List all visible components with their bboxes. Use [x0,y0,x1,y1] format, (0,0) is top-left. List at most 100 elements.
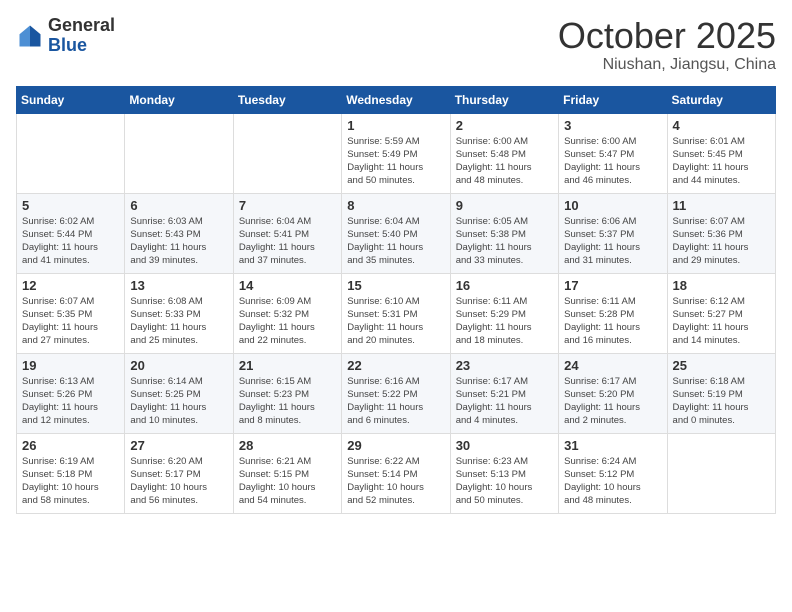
day-number: 8 [347,198,444,213]
day-number: 15 [347,278,444,293]
calendar-cell: 4 Sunrise: 6:01 AM Sunset: 5:45 PM Daylig… [667,113,775,193]
logo-general: General [48,15,115,35]
day-number: 28 [239,438,336,453]
day-number: 12 [22,278,119,293]
calendar-cell [17,113,125,193]
day-detail: Sunrise: 6:00 AM Sunset: 5:48 PM Dayligh… [456,135,553,188]
calendar-cell [233,113,341,193]
calendar-cell: 6 Sunrise: 6:03 AM Sunset: 5:43 PM Daylig… [125,193,233,273]
header-saturday: Saturday [667,86,775,113]
day-detail: Sunrise: 6:03 AM Sunset: 5:43 PM Dayligh… [130,215,227,268]
day-number: 23 [456,358,553,373]
calendar-cell: 2 Sunrise: 6:00 AM Sunset: 5:48 PM Daylig… [450,113,558,193]
calendar-cell: 14Sunrise: 6:09 AM Sunset: 5:32 PM Dayli… [233,273,341,353]
day-detail: Sunrise: 6:02 AM Sunset: 5:44 PM Dayligh… [22,215,119,268]
day-detail: Sunrise: 6:01 AM Sunset: 5:45 PM Dayligh… [673,135,770,188]
day-detail: Sunrise: 6:15 AM Sunset: 5:23 PM Dayligh… [239,375,336,428]
calendar-header-row: SundayMondayTuesdayWednesdayThursdayFrid… [17,86,776,113]
calendar-cell: 19 Sunrise: 6:13 AM Sunset: 5:26 PM Dayli… [17,353,125,433]
day-number: 31 [564,438,661,453]
calendar-cell: 9 Sunrise: 6:05 AM Sunset: 5:38 PM Daylig… [450,193,558,273]
day-number: 19 [22,358,119,373]
calendar-cell: 29Sunrise: 6:22 AM Sunset: 5:14 PM Dayli… [342,433,450,513]
day-number: 24 [564,358,661,373]
day-detail: Sunrise: 6:19 AM Sunset: 5:18 PM Dayligh… [22,455,119,508]
day-detail: Sunrise: 5:59 AM Sunset: 5:49 PM Dayligh… [347,135,444,188]
day-detail: Sunrise: 6:11 AM Sunset: 5:28 PM Dayligh… [564,295,661,348]
calendar-cell: 27 Sunrise: 6:20 AM Sunset: 5:17 PM Dayli… [125,433,233,513]
day-detail: Sunrise: 6:17 AM Sunset: 5:20 PM Dayligh… [564,375,661,428]
day-number: 27 [130,438,227,453]
location: Niushan, Jiangsu, China [558,56,776,74]
header-wednesday: Wednesday [342,86,450,113]
day-number: 9 [456,198,553,213]
day-number: 7 [239,198,336,213]
week-row-1: 5Sunrise: 6:02 AM Sunset: 5:44 PM Daylig… [17,193,776,273]
day-detail: Sunrise: 6:21 AM Sunset: 5:15 PM Dayligh… [239,455,336,508]
week-row-3: 19 Sunrise: 6:13 AM Sunset: 5:26 PM Dayli… [17,353,776,433]
calendar-cell: 5Sunrise: 6:02 AM Sunset: 5:44 PM Daylig… [17,193,125,273]
day-number: 14 [239,278,336,293]
calendar-cell: 1 Sunrise: 5:59 AM Sunset: 5:49 PM Daylig… [342,113,450,193]
day-number: 11 [673,198,770,213]
calendar-table: SundayMondayTuesdayWednesdayThursdayFrid… [16,86,776,514]
calendar-cell: 16 Sunrise: 6:11 AM Sunset: 5:29 PM Dayli… [450,273,558,353]
logo-icon [16,22,44,50]
calendar-cell: 26 Sunrise: 6:19 AM Sunset: 5:18 PM Dayli… [17,433,125,513]
day-detail: Sunrise: 6:13 AM Sunset: 5:26 PM Dayligh… [22,375,119,428]
day-number: 3 [564,118,661,133]
day-number: 16 [456,278,553,293]
calendar-cell: 25 Sunrise: 6:18 AM Sunset: 5:19 PM Dayli… [667,353,775,433]
page-header: General Blue October 2025 Niushan, Jiang… [16,16,776,74]
day-number: 22 [347,358,444,373]
calendar-cell: 11 Sunrise: 6:07 AM Sunset: 5:36 PM Dayli… [667,193,775,273]
day-number: 18 [673,278,770,293]
calendar-cell: 22Sunrise: 6:16 AM Sunset: 5:22 PM Dayli… [342,353,450,433]
header-tuesday: Tuesday [233,86,341,113]
calendar-cell [125,113,233,193]
day-detail: Sunrise: 6:12 AM Sunset: 5:27 PM Dayligh… [673,295,770,348]
calendar-cell: 13Sunrise: 6:08 AM Sunset: 5:33 PM Dayli… [125,273,233,353]
logo-blue: Blue [48,35,87,55]
title-block: October 2025 Niushan, Jiangsu, China [558,16,776,74]
day-detail: Sunrise: 6:24 AM Sunset: 5:12 PM Dayligh… [564,455,661,508]
week-row-2: 12 Sunrise: 6:07 AM Sunset: 5:35 PM Dayli… [17,273,776,353]
logo-text: General Blue [48,16,115,56]
header-monday: Monday [125,86,233,113]
day-detail: Sunrise: 6:05 AM Sunset: 5:38 PM Dayligh… [456,215,553,268]
day-detail: Sunrise: 6:07 AM Sunset: 5:35 PM Dayligh… [22,295,119,348]
calendar-cell: 18 Sunrise: 6:12 AM Sunset: 5:27 PM Dayli… [667,273,775,353]
day-number: 26 [22,438,119,453]
week-row-4: 26 Sunrise: 6:19 AM Sunset: 5:18 PM Dayli… [17,433,776,513]
day-detail: Sunrise: 6:07 AM Sunset: 5:36 PM Dayligh… [673,215,770,268]
day-detail: Sunrise: 6:14 AM Sunset: 5:25 PM Dayligh… [130,375,227,428]
calendar-cell: 10Sunrise: 6:06 AM Sunset: 5:37 PM Dayli… [559,193,667,273]
day-number: 1 [347,118,444,133]
day-detail: Sunrise: 6:22 AM Sunset: 5:14 PM Dayligh… [347,455,444,508]
header-friday: Friday [559,86,667,113]
day-detail: Sunrise: 6:00 AM Sunset: 5:47 PM Dayligh… [564,135,661,188]
logo: General Blue [16,16,115,56]
calendar-cell: 28 Sunrise: 6:21 AM Sunset: 5:15 PM Dayli… [233,433,341,513]
calendar-cell: 17Sunrise: 6:11 AM Sunset: 5:28 PM Dayli… [559,273,667,353]
calendar-cell: 30Sunrise: 6:23 AM Sunset: 5:13 PM Dayli… [450,433,558,513]
day-detail: Sunrise: 6:04 AM Sunset: 5:40 PM Dayligh… [347,215,444,268]
day-number: 25 [673,358,770,373]
calendar-cell: 21Sunrise: 6:15 AM Sunset: 5:23 PM Dayli… [233,353,341,433]
day-detail: Sunrise: 6:06 AM Sunset: 5:37 PM Dayligh… [564,215,661,268]
calendar-cell: 12 Sunrise: 6:07 AM Sunset: 5:35 PM Dayli… [17,273,125,353]
day-detail: Sunrise: 6:17 AM Sunset: 5:21 PM Dayligh… [456,375,553,428]
calendar-cell: 20 Sunrise: 6:14 AM Sunset: 5:25 PM Dayli… [125,353,233,433]
day-detail: Sunrise: 6:20 AM Sunset: 5:17 PM Dayligh… [130,455,227,508]
day-number: 2 [456,118,553,133]
calendar-cell [667,433,775,513]
day-number: 6 [130,198,227,213]
day-number: 20 [130,358,227,373]
day-number: 4 [673,118,770,133]
day-detail: Sunrise: 6:11 AM Sunset: 5:29 PM Dayligh… [456,295,553,348]
calendar-cell: 8 Sunrise: 6:04 AM Sunset: 5:40 PM Daylig… [342,193,450,273]
day-detail: Sunrise: 6:04 AM Sunset: 5:41 PM Dayligh… [239,215,336,268]
day-number: 13 [130,278,227,293]
day-detail: Sunrise: 6:18 AM Sunset: 5:19 PM Dayligh… [673,375,770,428]
calendar-cell: 7 Sunrise: 6:04 AM Sunset: 5:41 PM Daylig… [233,193,341,273]
